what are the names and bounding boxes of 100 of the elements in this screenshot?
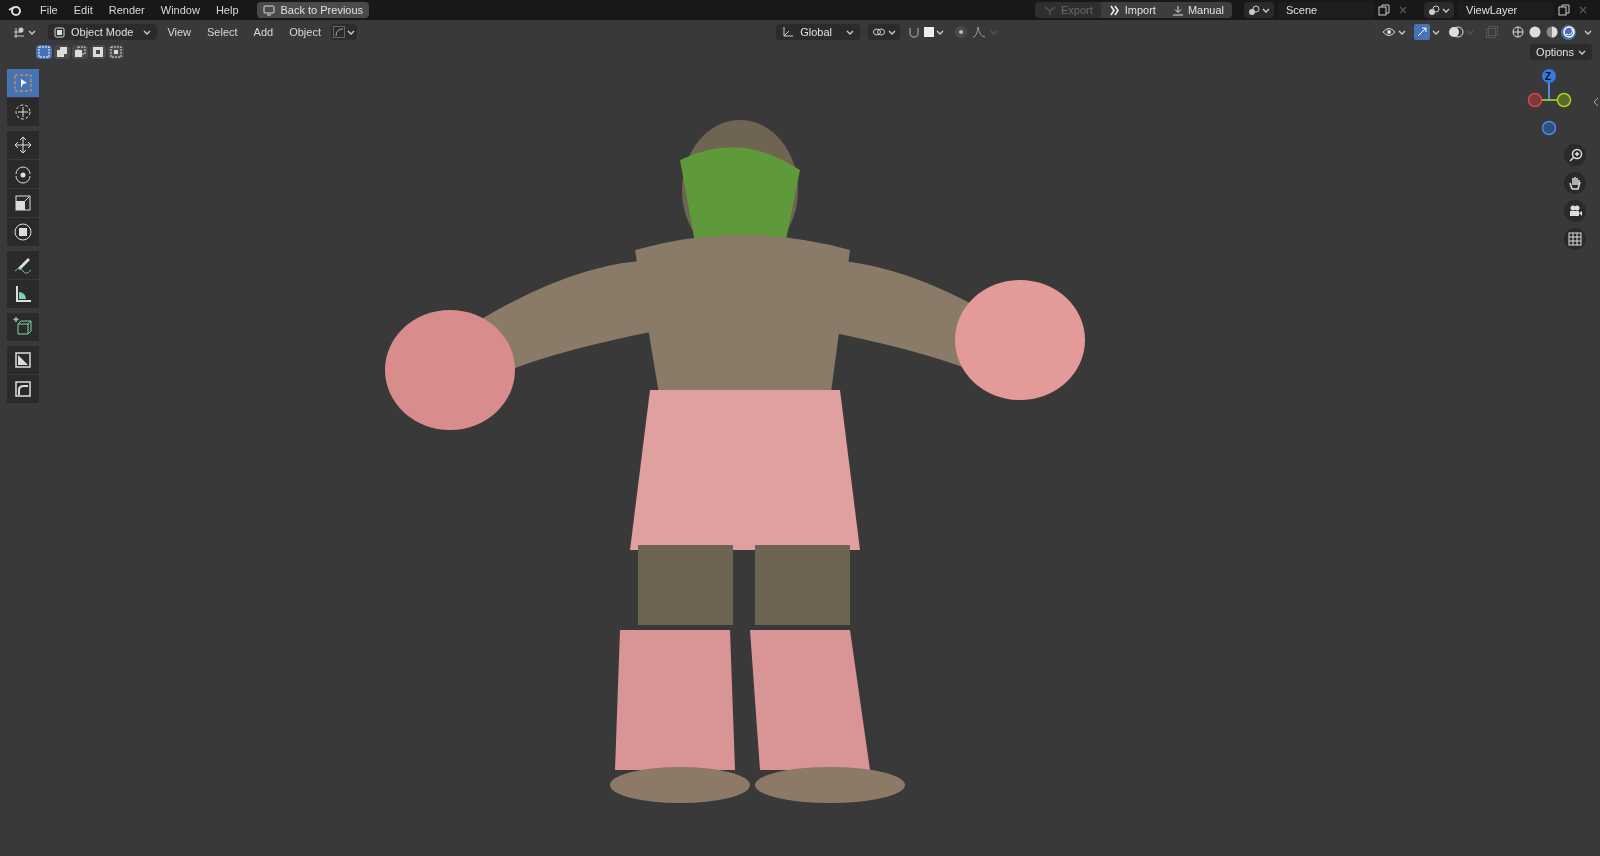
shading-solid-button[interactable] [1527,24,1542,40]
cursor-tool-button[interactable] [7,98,39,126]
set-select-icon [38,46,50,58]
caret-icon [1466,28,1474,36]
bend-tool-button[interactable] [7,375,39,403]
select-mode-invert-button[interactable] [90,45,106,59]
menu-item[interactable]: Edit [67,1,99,19]
transform-icon [12,221,34,243]
rotate-icon [12,163,34,185]
download-icon [1171,4,1184,16]
caret-icon [1442,6,1450,14]
add-cube-tool-button[interactable] [7,313,39,341]
annotate-tool-button[interactable] [7,251,39,279]
move-icon [12,134,34,156]
caret-icon [1578,48,1586,56]
grid-button[interactable] [1564,228,1586,250]
caret-icon [1262,6,1270,14]
falloff-dropdown[interactable] [331,24,357,40]
axes-icon [782,26,795,38]
shading-rendered-button[interactable] [1561,24,1576,40]
cube-icon [54,26,65,38]
select-mode-subtract-button[interactable] [72,45,88,59]
cursor-icon [12,101,34,123]
falloff-curve-icon[interactable] [972,26,986,38]
orientation-dropdown[interactable]: Global [776,24,860,40]
select-tool-button[interactable] [7,69,39,97]
invert-select-icon [92,46,104,58]
zoom-button[interactable] [1564,144,1586,166]
measure-tool-button[interactable] [7,280,39,308]
camera-button[interactable] [1564,200,1586,222]
snap-target-dropdown[interactable] [922,24,946,40]
layers-type-button[interactable] [1424,2,1454,18]
add-cube-icon [12,316,34,338]
curve-icon [333,26,345,38]
copy-icon[interactable] [1558,4,1570,16]
gizmo-toggle-icon[interactable] [1414,24,1430,40]
menu-item[interactable]: Window [154,1,206,19]
wireframe-shading-icon [1511,26,1524,38]
shading-wireframe-button[interactable] [1510,24,1525,40]
blender-logo-icon[interactable] [8,4,22,16]
caret-icon [888,28,896,36]
menu-item[interactable]: Help [209,1,245,19]
caret-icon [143,28,152,36]
import-button[interactable]: Import [1100,2,1164,18]
caret-icon [846,28,854,36]
menu-item[interactable]: File [34,1,64,19]
rotate-tool-button[interactable] [7,160,39,188]
mode-dropdown[interactable]: Object Mode [48,24,158,40]
manual-button[interactable]: Manual [1163,2,1232,18]
close-icon[interactable] [1398,5,1408,15]
grid-icon [1566,230,1584,248]
shading-material-button[interactable] [1544,24,1559,40]
axis-label: Z [1545,70,1552,84]
copy-icon[interactable] [1378,4,1390,16]
caret-icon [347,28,355,36]
overlays-icon[interactable] [1448,25,1464,39]
menu-item[interactable]: Select [201,23,244,41]
link-icon [872,26,886,38]
select-mode-extend-button[interactable] [54,45,70,59]
caret-icon [28,28,36,36]
intersect-select-icon [110,46,122,58]
material-shading-icon [1545,26,1558,38]
shear-tool-button[interactable] [7,346,39,374]
menu-item[interactable]: Object [283,23,327,41]
scene-field[interactable]: Scene [1278,2,1374,18]
bend-icon [12,378,34,400]
square-icon [924,27,934,37]
scale-icon [12,192,34,214]
menu-item[interactable]: Add [247,23,280,41]
caret-icon [936,28,944,36]
menu-item[interactable]: View [161,23,198,41]
proportional-edit-icon[interactable] [954,25,968,39]
back-to-previous-button[interactable]: Back to Previous [256,2,370,18]
menu-item[interactable]: Render [102,1,151,19]
close-icon[interactable] [1578,5,1588,15]
caret-icon [1432,28,1440,36]
eye-icon [1382,26,1396,38]
hand-button[interactable] [1564,172,1586,194]
select-mode-intersect-button[interactable] [108,45,124,59]
transform-tool-button[interactable] [7,218,39,246]
solid-shading-icon [1528,26,1541,38]
caret-icon [1398,28,1406,36]
shear-icon [12,349,34,371]
scale-tool-button[interactable] [7,189,39,217]
select-mode-set-button[interactable] [36,45,52,59]
select-box-icon [12,72,34,94]
sidebar-toggle-icon[interactable] [1593,97,1599,107]
axes-icon [12,26,26,38]
options-dropdown[interactable]: Options [1530,44,1592,60]
move-tool-button[interactable] [7,131,39,159]
scene-type-button[interactable] [1244,2,1274,18]
hand-icon [1566,174,1584,192]
magnet-icon[interactable] [908,26,920,38]
rendered-shading-icon [1562,26,1575,38]
extend-select-icon [56,46,68,58]
view-layer-field[interactable]: ViewLayer [1458,2,1554,18]
chevrons-icon [1108,4,1121,16]
subtract-select-icon [74,46,86,58]
caret-icon[interactable] [1584,28,1592,36]
pivot-dropdown[interactable] [868,24,900,40]
